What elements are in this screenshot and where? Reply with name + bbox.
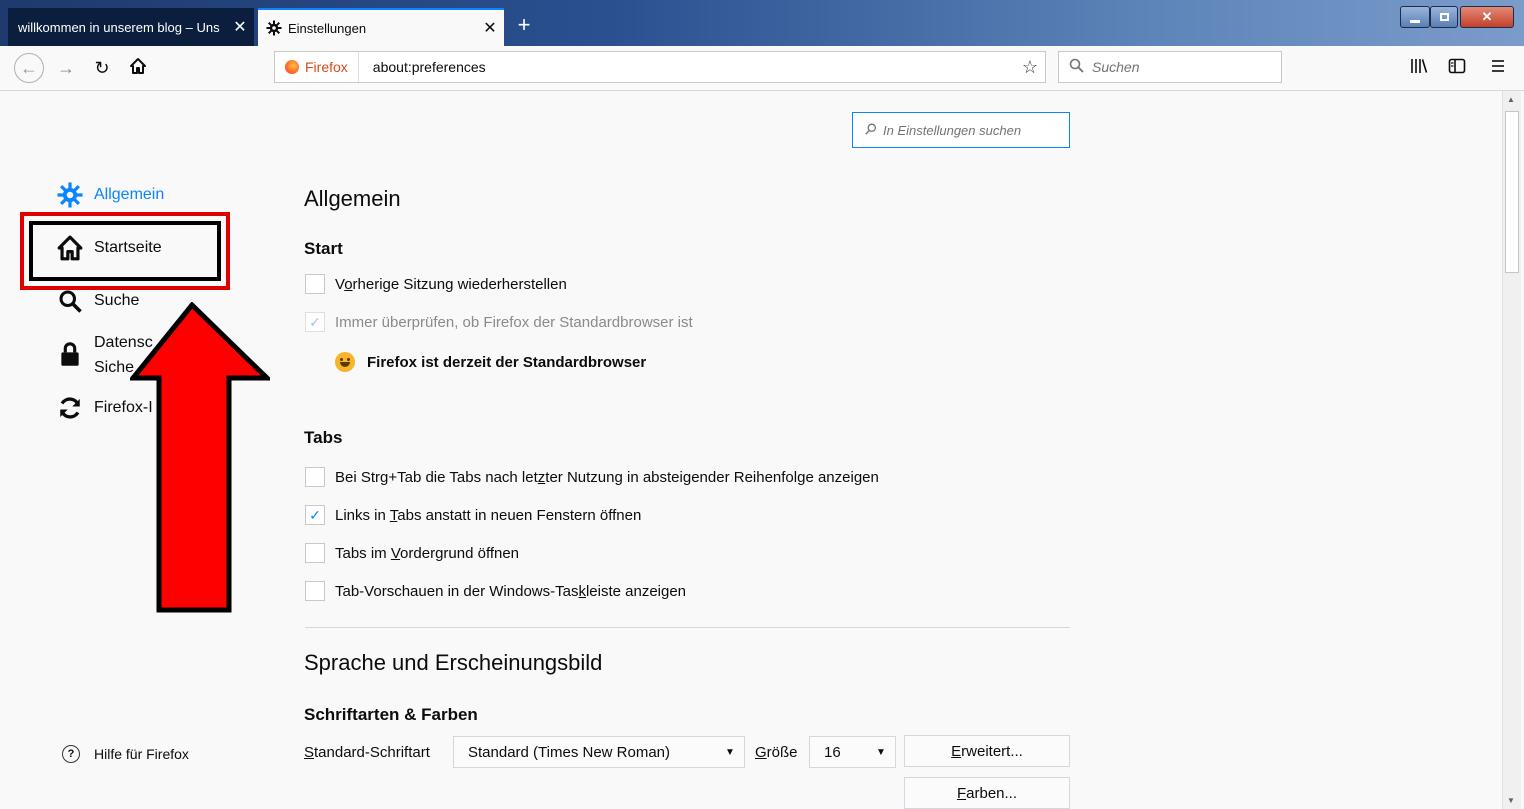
sidebar-item-label: Allgemein	[94, 186, 165, 203]
bookmark-star-icon[interactable]: ☆	[1015, 57, 1045, 78]
search-icon	[56, 287, 84, 315]
scroll-down-arrow-icon[interactable]: ▼	[1507, 796, 1515, 805]
advanced-fonts-button[interactable]: Erweitert...	[904, 735, 1070, 767]
scroll-up-arrow-icon[interactable]: ▲	[1507, 95, 1515, 104]
menu-hamburger-icon[interactable]	[1490, 58, 1506, 79]
identity-label: Firefox	[305, 59, 348, 75]
close-tab-icon[interactable]: ✕	[476, 18, 504, 38]
checkbox-box[interactable]: ✓	[305, 312, 325, 332]
checkbox-label: Tab-Vorschauen in der Windows-Taskleiste…	[335, 582, 687, 600]
font-size-select[interactable]: 16 ▼	[809, 736, 896, 768]
forward-arrow-icon: →	[57, 57, 75, 78]
home-button[interactable]	[124, 54, 152, 82]
url-text[interactable]: about:preferences	[359, 59, 1015, 75]
checkbox-box[interactable]	[305, 467, 325, 487]
lock-icon	[56, 340, 84, 368]
page-title: Allgemein	[304, 186, 401, 211]
close-window-button[interactable]: ✕	[1460, 6, 1514, 28]
dropdown-arrow-icon: ▼	[876, 746, 886, 758]
vertical-scrollbar[interactable]: ▲ ▼	[1502, 91, 1521, 809]
restore-icon	[1439, 13, 1449, 21]
default-font-label: Standard-Schriftart	[304, 744, 430, 761]
default-font-value: Standard (Times New Roman)	[468, 743, 671, 761]
search-bar[interactable]: Suchen	[1058, 51, 1282, 83]
colors-button[interactable]: Farben...	[904, 777, 1070, 809]
checkbox-box[interactable]	[305, 543, 325, 563]
taskbar-previews-checkbox[interactable]: Tab-Vorschauen in der Windows-Taskleiste…	[305, 581, 686, 601]
maximize-button[interactable]	[1430, 6, 1458, 28]
minimize-icon	[1410, 19, 1420, 23]
open-links-in-tabs-checkbox[interactable]: ✓ Links in Tabs anstatt in neuen Fenster…	[305, 505, 641, 525]
checkbox-label: Immer überprüfen, ob Firefox der Standar…	[335, 313, 693, 331]
tabs-foreground-checkbox[interactable]: Tabs im Vordergrund öffnen	[305, 543, 519, 563]
checkbox-label: Bei Strg+Tab die Tabs nach letzter Nutzu…	[335, 468, 879, 486]
preferences-search-input[interactable]: In Einstellungen suchen	[852, 112, 1070, 148]
scrollbar-thumb[interactable]	[1505, 111, 1519, 273]
always-check-default-checkbox[interactable]: ✓ Immer überprüfen, ob Firefox der Stand…	[305, 312, 693, 332]
reload-button[interactable]: ↻	[88, 54, 116, 82]
close-tab-icon[interactable]: ✕	[226, 17, 254, 37]
gear-icon	[56, 181, 84, 209]
help-link[interactable]: ? Hilfe für Firefox	[62, 745, 189, 763]
library-icon[interactable]	[1410, 58, 1428, 79]
close-icon: ✕	[1481, 9, 1493, 24]
sidebar-item-allgemein[interactable]: Allgemein	[56, 181, 164, 209]
back-arrow-icon: ←	[20, 57, 38, 78]
back-button[interactable]: ←	[14, 53, 44, 83]
checkbox-label: Tabs im Vordergrund öffnen	[335, 544, 520, 562]
help-icon: ?	[62, 745, 80, 763]
section-heading-language: Sprache und Erscheinungsbild	[304, 650, 603, 675]
tab-blog[interactable]: willkommen in unserem blog – Uns ✕	[8, 8, 254, 46]
identity-box[interactable]: Firefox	[275, 52, 359, 82]
search-placeholder: Suchen	[1092, 59, 1140, 75]
tab-settings[interactable]: Einstellungen ✕	[258, 8, 504, 46]
new-tab-button[interactable]: +	[510, 12, 538, 40]
checkbox-box[interactable]	[305, 274, 325, 294]
font-size-value: 16	[824, 743, 841, 761]
search-icon	[1059, 58, 1092, 76]
highlight-frame-inner	[29, 221, 221, 281]
sidebar-item-suche[interactable]: Suche	[56, 287, 139, 315]
default-browser-text: Firefox ist derzeit der Standardbrowser	[367, 353, 647, 371]
checkbox-box[interactable]	[305, 581, 325, 601]
section-title-fonts: Schriftarten & Farben	[304, 705, 478, 724]
tab-title: willkommen in unserem blog – Uns	[18, 19, 220, 35]
sync-icon	[56, 394, 84, 422]
checkbox-label: Vorherige Sitzung wiederherstellen	[335, 275, 567, 293]
restore-session-checkbox[interactable]: Vorherige Sitzung wiederherstellen	[305, 274, 567, 294]
label-line-2: Siche	[94, 359, 135, 376]
title-bar: willkommen in unserem blog – Uns ✕ Einst…	[0, 0, 1524, 46]
minimize-button[interactable]	[1400, 6, 1430, 28]
help-label: Hilfe für Firefox	[94, 746, 189, 762]
checkbox-label: Links in Tabs anstatt in neuen Fenstern …	[335, 506, 642, 524]
forward-button[interactable]: →	[52, 54, 80, 82]
red-arrow-annotation	[130, 302, 270, 613]
dropdown-arrow-icon: ▼	[725, 746, 735, 758]
preferences-search-placeholder: In Einstellungen suchen	[883, 122, 1022, 138]
highlight-frame	[20, 212, 230, 290]
home-icon	[129, 57, 147, 80]
default-browser-status: Firefox ist derzeit der Standardbrowser	[335, 352, 646, 372]
section-divider	[305, 627, 1070, 628]
font-size-label: Größe	[755, 744, 798, 761]
smiley-icon	[335, 352, 355, 372]
checkbox-box[interactable]: ✓	[305, 505, 325, 525]
tab-title: Einstellungen	[288, 20, 367, 36]
reload-icon: ↻	[94, 57, 110, 78]
default-font-select[interactable]: Standard (Times New Roman) ▼	[453, 736, 745, 768]
section-title-start: Start	[304, 239, 343, 258]
sidebar-toggle-icon[interactable]	[1448, 58, 1466, 79]
ctrl-tab-checkbox[interactable]: Bei Strg+Tab die Tabs nach letzter Nutzu…	[305, 467, 879, 487]
firefox-logo-icon	[285, 60, 299, 74]
section-title-tabs: Tabs	[304, 428, 343, 447]
url-bar[interactable]: Firefox about:preferences ☆	[274, 51, 1046, 83]
gear-icon	[258, 20, 282, 36]
search-icon	[853, 123, 883, 138]
navigation-bar: ← → ↻ Firefox about:preferences ☆ Suchen	[0, 46, 1524, 91]
